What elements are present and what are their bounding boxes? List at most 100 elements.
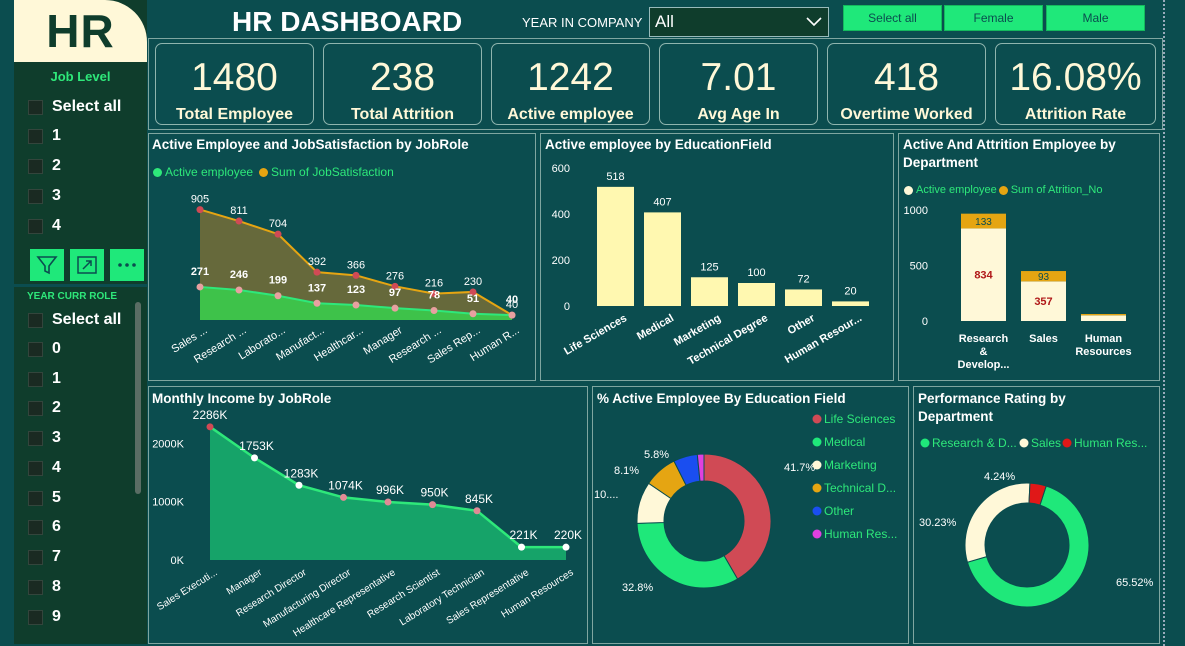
year-role-option[interactable]: 8 — [28, 577, 61, 597]
year-role-option[interactable]: 6 — [28, 517, 61, 537]
slice-label: 65.52% — [1116, 577, 1154, 589]
checkbox[interactable] — [28, 312, 43, 328]
year-curr-role-title: YEAR CURR ROLE — [27, 291, 118, 302]
y-tick-label: 0 — [564, 301, 570, 313]
legend-label: Research & D... — [932, 436, 1017, 450]
chart-title: Active Employee and JobSatisfaction by J… — [152, 137, 469, 152]
legend-label: Life Sciences — [824, 412, 895, 426]
bar — [644, 212, 681, 306]
kpi-value: 16.08% — [1009, 56, 1142, 99]
active-point — [352, 301, 360, 309]
sidebar-scrollbar[interactable] — [135, 302, 141, 494]
chart-title: Performance Rating by Department — [918, 391, 1066, 424]
x-tick-label: Human — [1085, 333, 1123, 345]
year-role-option[interactable]: 1 — [28, 369, 61, 389]
data-label: 950K — [420, 486, 448, 500]
income-point — [251, 454, 258, 462]
select-all-button[interactable]: Select all — [843, 5, 942, 31]
data-label: 100 — [747, 267, 765, 279]
y-tick-label: 0 — [922, 316, 928, 328]
data-label: 123 — [347, 284, 365, 296]
more-options-button[interactable] — [110, 249, 144, 281]
checkbox[interactable] — [28, 460, 43, 476]
year-role-option[interactable]: 9 — [28, 607, 61, 627]
data-label: 1283K — [284, 466, 319, 480]
data-label: 51 — [467, 293, 479, 305]
performance-donut-chart: Research & D... Sales Human Res... 65.52% 30… — [919, 436, 1154, 608]
data-label: 246 — [230, 269, 248, 281]
kpi-value: 1242 — [527, 56, 614, 99]
checkbox[interactable] — [28, 490, 43, 506]
data-label: 230 — [464, 276, 482, 288]
year-role-option[interactable]: 2 — [28, 398, 61, 418]
x-tick-label: Manager — [225, 567, 265, 598]
active-point — [274, 292, 282, 300]
kpi-value: 418 — [873, 56, 940, 99]
checkbox[interactable] — [28, 341, 43, 357]
frame-border — [1163, 0, 1166, 646]
job-level-option-1[interactable]: 1 — [28, 126, 61, 146]
checkbox[interactable] — [28, 371, 43, 387]
year-role-option[interactable]: 7 — [28, 547, 61, 567]
income-point — [384, 498, 392, 506]
year-filter-label: YEAR IN COMPANY — [522, 15, 643, 30]
checkbox[interactable] — [28, 188, 43, 204]
female-button[interactable]: Female — [944, 5, 1043, 31]
focus-mode-button[interactable] — [70, 249, 104, 281]
legend-swatch — [812, 437, 822, 447]
checkbox[interactable] — [28, 549, 43, 565]
job-level-option-3[interactable]: 3 — [28, 186, 61, 206]
year-in-company-dropdown[interactable]: All — [649, 7, 829, 37]
year-role-option-select-all[interactable]: Select all — [28, 310, 121, 330]
income-point — [562, 543, 570, 551]
legend-swatch — [1019, 438, 1029, 448]
job-level-option-2[interactable]: 2 — [28, 156, 61, 176]
satisfaction-point — [352, 271, 360, 279]
chart-legend: Active employee Sum of JobSatisfaction — [153, 165, 394, 179]
data-label: 199 — [269, 275, 287, 287]
satisfaction-point — [274, 230, 282, 238]
y-tick-label: 1000K — [152, 497, 184, 509]
slice-label: 30.23% — [919, 517, 957, 529]
data-label: 407 — [653, 196, 671, 208]
job-level-option-4[interactable]: 4 — [28, 216, 61, 236]
checkbox[interactable] — [28, 158, 43, 174]
year-role-option[interactable]: 5 — [28, 488, 61, 508]
sidebar-divider — [14, 284, 147, 287]
checkbox[interactable] — [28, 609, 43, 625]
x-tick-label: Medical — [635, 312, 676, 343]
checkbox[interactable] — [28, 99, 43, 115]
data-label: 366 — [347, 259, 365, 271]
active-point — [469, 310, 477, 318]
checkbox[interactable] — [28, 430, 43, 446]
data-label: 220K — [554, 528, 582, 542]
checkbox[interactable] — [28, 128, 43, 144]
department-stacked-chart: 0 500 1000 834 133 357 93 Research&Develop... Sa… — [904, 205, 1132, 371]
x-tick-label: Develop... — [958, 359, 1010, 371]
income-point — [473, 507, 481, 515]
kpi-overtime-worked: 418 Overtime Worked — [827, 43, 986, 125]
checkbox[interactable] — [28, 400, 43, 416]
y-tick-label: 2000K — [152, 438, 184, 450]
chart-title: Monthly Income by JobRole — [152, 391, 332, 406]
checkbox[interactable] — [28, 519, 43, 535]
filter-button[interactable] — [30, 249, 64, 281]
kpi-attrition-rate: 16.08% Attrition Rate — [995, 43, 1156, 125]
kpi-total-attrition: 238 Total Attrition — [323, 43, 482, 125]
more-icon — [118, 263, 136, 267]
kpi-avg-age: 7.01 Avg Age In — [659, 43, 818, 125]
year-role-option[interactable]: 3 — [28, 428, 61, 448]
income-point — [295, 481, 303, 489]
checkbox[interactable] — [28, 579, 43, 595]
job-level-option-select-all[interactable]: Select all — [28, 97, 121, 117]
kpi-label: Total Employee — [175, 106, 294, 123]
checkbox[interactable] — [28, 218, 43, 234]
chevron-down-icon — [806, 17, 822, 27]
year-role-option[interactable]: 4 — [28, 458, 61, 478]
y-tick-label: 500 — [910, 261, 928, 273]
y-tick-label: 400 — [552, 209, 570, 221]
year-role-option[interactable]: 0 — [28, 339, 61, 359]
expand-icon — [77, 256, 97, 274]
male-button[interactable]: Male — [1046, 5, 1145, 31]
data-label: 72 — [797, 273, 809, 285]
